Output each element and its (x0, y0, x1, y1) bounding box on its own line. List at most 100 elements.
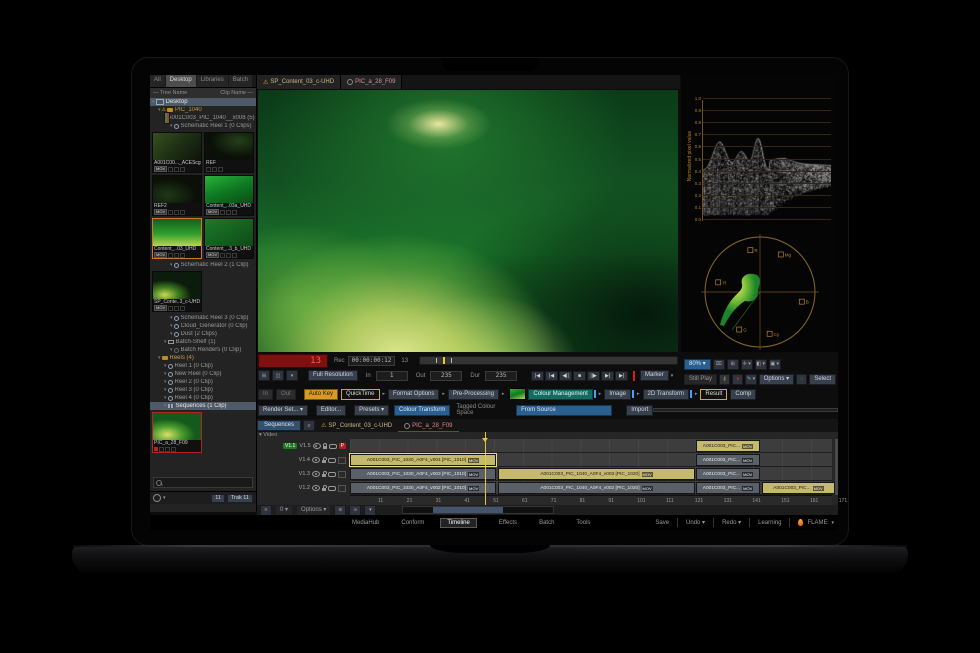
workspace-tab-batch[interactable]: Batch (229, 75, 252, 87)
clip-thumbnail[interactable]: Content_..03a_UHDMOV (204, 175, 254, 216)
visibility-icon[interactable] (312, 457, 320, 463)
redo-dropdown[interactable]: Redo ▾ (722, 519, 741, 526)
track-option-box[interactable] (338, 457, 346, 464)
tree-caret-icon[interactable]: ▾ (170, 315, 173, 321)
save-button[interactable]: Save (655, 520, 669, 526)
tree-caret-icon[interactable]: ▾ (170, 123, 173, 129)
transport-go-to-end-button[interactable]: ▶| (615, 371, 628, 381)
lock-icon[interactable] (322, 474, 326, 477)
playback-position-slider[interactable] (419, 356, 678, 365)
in-field[interactable]: 1 (376, 371, 408, 381)
timeline-clip[interactable]: A001C003_PIC...MOV (762, 482, 835, 494)
hamburger-icon[interactable]: ≡ (260, 505, 272, 516)
image-node[interactable]: Image (604, 389, 631, 400)
bottom-tab-mediahub[interactable]: MediaHub (352, 520, 379, 526)
visibility-icon[interactable] (312, 485, 320, 491)
tree-caret-icon[interactable]: ▾ (170, 331, 173, 337)
magnifier-icon[interactable]: ◌ (796, 374, 807, 385)
import-button[interactable]: Import (626, 405, 653, 416)
timeline-clip[interactable]: A001C003_PIC...MOV (696, 440, 760, 452)
compare-icon[interactable]: ◧ ▾ (755, 359, 767, 370)
transport-go-to-start-button[interactable]: |◀ (531, 371, 544, 381)
track-header-v1.4[interactable]: V1.4 (257, 453, 349, 467)
timeline-clip[interactable]: A001C003_PIC_1030_A0F4_v003 [PIC_1010]MO… (350, 468, 496, 480)
out-field[interactable]: 235 (430, 371, 462, 381)
auto-key-button[interactable]: Auto Key (304, 389, 338, 400)
pipeline-out-button[interactable]: Out (276, 389, 296, 400)
tree-item[interactable]: ▾A001C003_PIC_1040__x008 (5) (150, 114, 256, 122)
zero-dropdown[interactable]: 0 ▾ (275, 505, 293, 516)
grid-view-icon[interactable]: ⊞ (258, 370, 270, 381)
track-header-v1.2[interactable]: V1.2 (257, 481, 349, 495)
result-button[interactable]: Result (700, 389, 727, 400)
chevron-down-icon[interactable]: ▾ (671, 373, 674, 379)
tree-caret-icon[interactable]: ▾ (164, 395, 167, 401)
clip-thumbnail[interactable]: A001C00..._ACEScgMOV (152, 132, 202, 173)
lock-icon[interactable] (322, 460, 326, 463)
snap-icon[interactable]: ≋ (334, 505, 346, 516)
pre-processing-node[interactable]: Pre-Processing (448, 389, 499, 400)
tree-item[interactable]: ▾Schematic Reel 3 (0 Clip) (150, 314, 256, 322)
transport-step-back-button[interactable]: ◀|| (559, 371, 572, 381)
tree-item[interactable]: ▾New Reel (0 Clip) (150, 370, 256, 378)
workspace-tab-libraries[interactable]: Libraries (197, 75, 228, 87)
marker-button[interactable]: Marker (640, 370, 669, 381)
link-icon[interactable] (328, 458, 336, 463)
presets-dropdown[interactable]: Presets ▾ (354, 405, 389, 416)
tree-item[interactable]: ▾Schematic Reel 2 (1 Clip) (150, 261, 256, 269)
panel-footer-button-1[interactable]: 11 (211, 494, 225, 503)
tree-caret-icon[interactable]: ▾ (170, 262, 173, 268)
brush-icon[interactable]: ✎ ▾ (745, 374, 756, 385)
bottom-tab-tools[interactable]: Tools (576, 520, 590, 526)
bottom-tab-conform[interactable]: Conform (401, 520, 424, 526)
transport-step-forward-button[interactable]: ||▶ (587, 371, 600, 381)
video-group-label[interactable]: ▾ Video (259, 432, 277, 438)
tree-caret-icon[interactable]: ▾ (158, 107, 161, 113)
format-options-node[interactable]: Format Options (388, 389, 439, 400)
tree-item[interactable]: ▾Reel 2 (0 Clip) (150, 378, 256, 386)
tree-item[interactable]: ▾Dust (2 Clips) (150, 330, 256, 338)
pan-icon[interactable]: ✛ ▾ (741, 359, 753, 370)
comp-button[interactable]: Comp (730, 389, 756, 400)
current-frame-field[interactable]: 13 (258, 354, 328, 368)
tree-item[interactable]: ▾Sequences (1 Clip) (150, 402, 256, 410)
key-icon[interactable]: ⚷ (719, 374, 730, 385)
sequences-dropdown[interactable]: Sequences (257, 420, 301, 431)
chevron-down-icon[interactable]: ▾ (831, 520, 834, 526)
transport-next-cut-button[interactable]: ▶| (601, 371, 614, 381)
filter-icon[interactable] (153, 494, 161, 502)
timeline-scrollbar[interactable] (835, 439, 838, 495)
timeline-clip[interactable]: A001C003_PIC...MOV (696, 468, 760, 480)
chevron-down-icon[interactable]: ▾ (364, 505, 376, 516)
workspace-tab-desktop[interactable]: Desktop (166, 75, 196, 87)
dur-field[interactable]: 235 (485, 371, 517, 381)
tree-item[interactable]: ▾Reel 3 (0 Clip) (150, 386, 256, 394)
timeline-zoom-scrollbar[interactable] (402, 506, 554, 514)
tree-caret-icon[interactable]: ▾ (164, 403, 167, 409)
display-icon[interactable]: ▣ ▾ (769, 359, 781, 370)
bottom-tab-timeline[interactable]: Timeline (440, 518, 476, 528)
timeline-clip[interactable]: A001C003_PIC...MOV (696, 454, 760, 466)
flame-menu[interactable]: FLAME (807, 520, 827, 526)
tree-caret-icon[interactable]: ▾ (170, 347, 173, 353)
timeline-clip[interactable]: A001C003_PIC_1030_A0F4_v002 [PIC_1010]MO… (350, 482, 496, 494)
grid-icon[interactable]: ⊞ (727, 359, 739, 370)
timecode-field[interactable]: 00:00:00:12 (348, 356, 396, 366)
tree-caret-icon[interactable]: ▾ (164, 387, 167, 393)
workspace-tab-all[interactable]: All (150, 75, 165, 87)
tree-caret-icon[interactable]: ▾ (164, 379, 167, 385)
tree-item[interactable]: ▾Desktop (150, 98, 256, 106)
chevron-down-icon[interactable]: ▾ (163, 495, 166, 501)
track-header-v1.3[interactable]: V1.3 (257, 467, 349, 481)
timeline-clip[interactable]: A001C003_PIC_1030_A0F4_v004 [PIC_1010]MO… (350, 454, 496, 466)
media-search-field[interactable] (153, 477, 253, 488)
chevron-down-icon[interactable]: ▾ (286, 370, 298, 381)
timeline-playhead[interactable] (485, 432, 486, 505)
tree-item[interactable]: ▾Reels (4) (150, 354, 256, 362)
playhead-marker[interactable] (443, 357, 445, 364)
tree-caret-icon[interactable]: ▾ (152, 99, 155, 105)
viewer-tab-pic-a-28[interactable]: PIC_a_28_F09 (341, 75, 402, 89)
track-option-box[interactable] (338, 485, 346, 492)
zoom-level-dropdown[interactable]: 80% ▾ (684, 359, 711, 370)
panel-footer-button-2[interactable]: Trak 11 (227, 494, 253, 503)
